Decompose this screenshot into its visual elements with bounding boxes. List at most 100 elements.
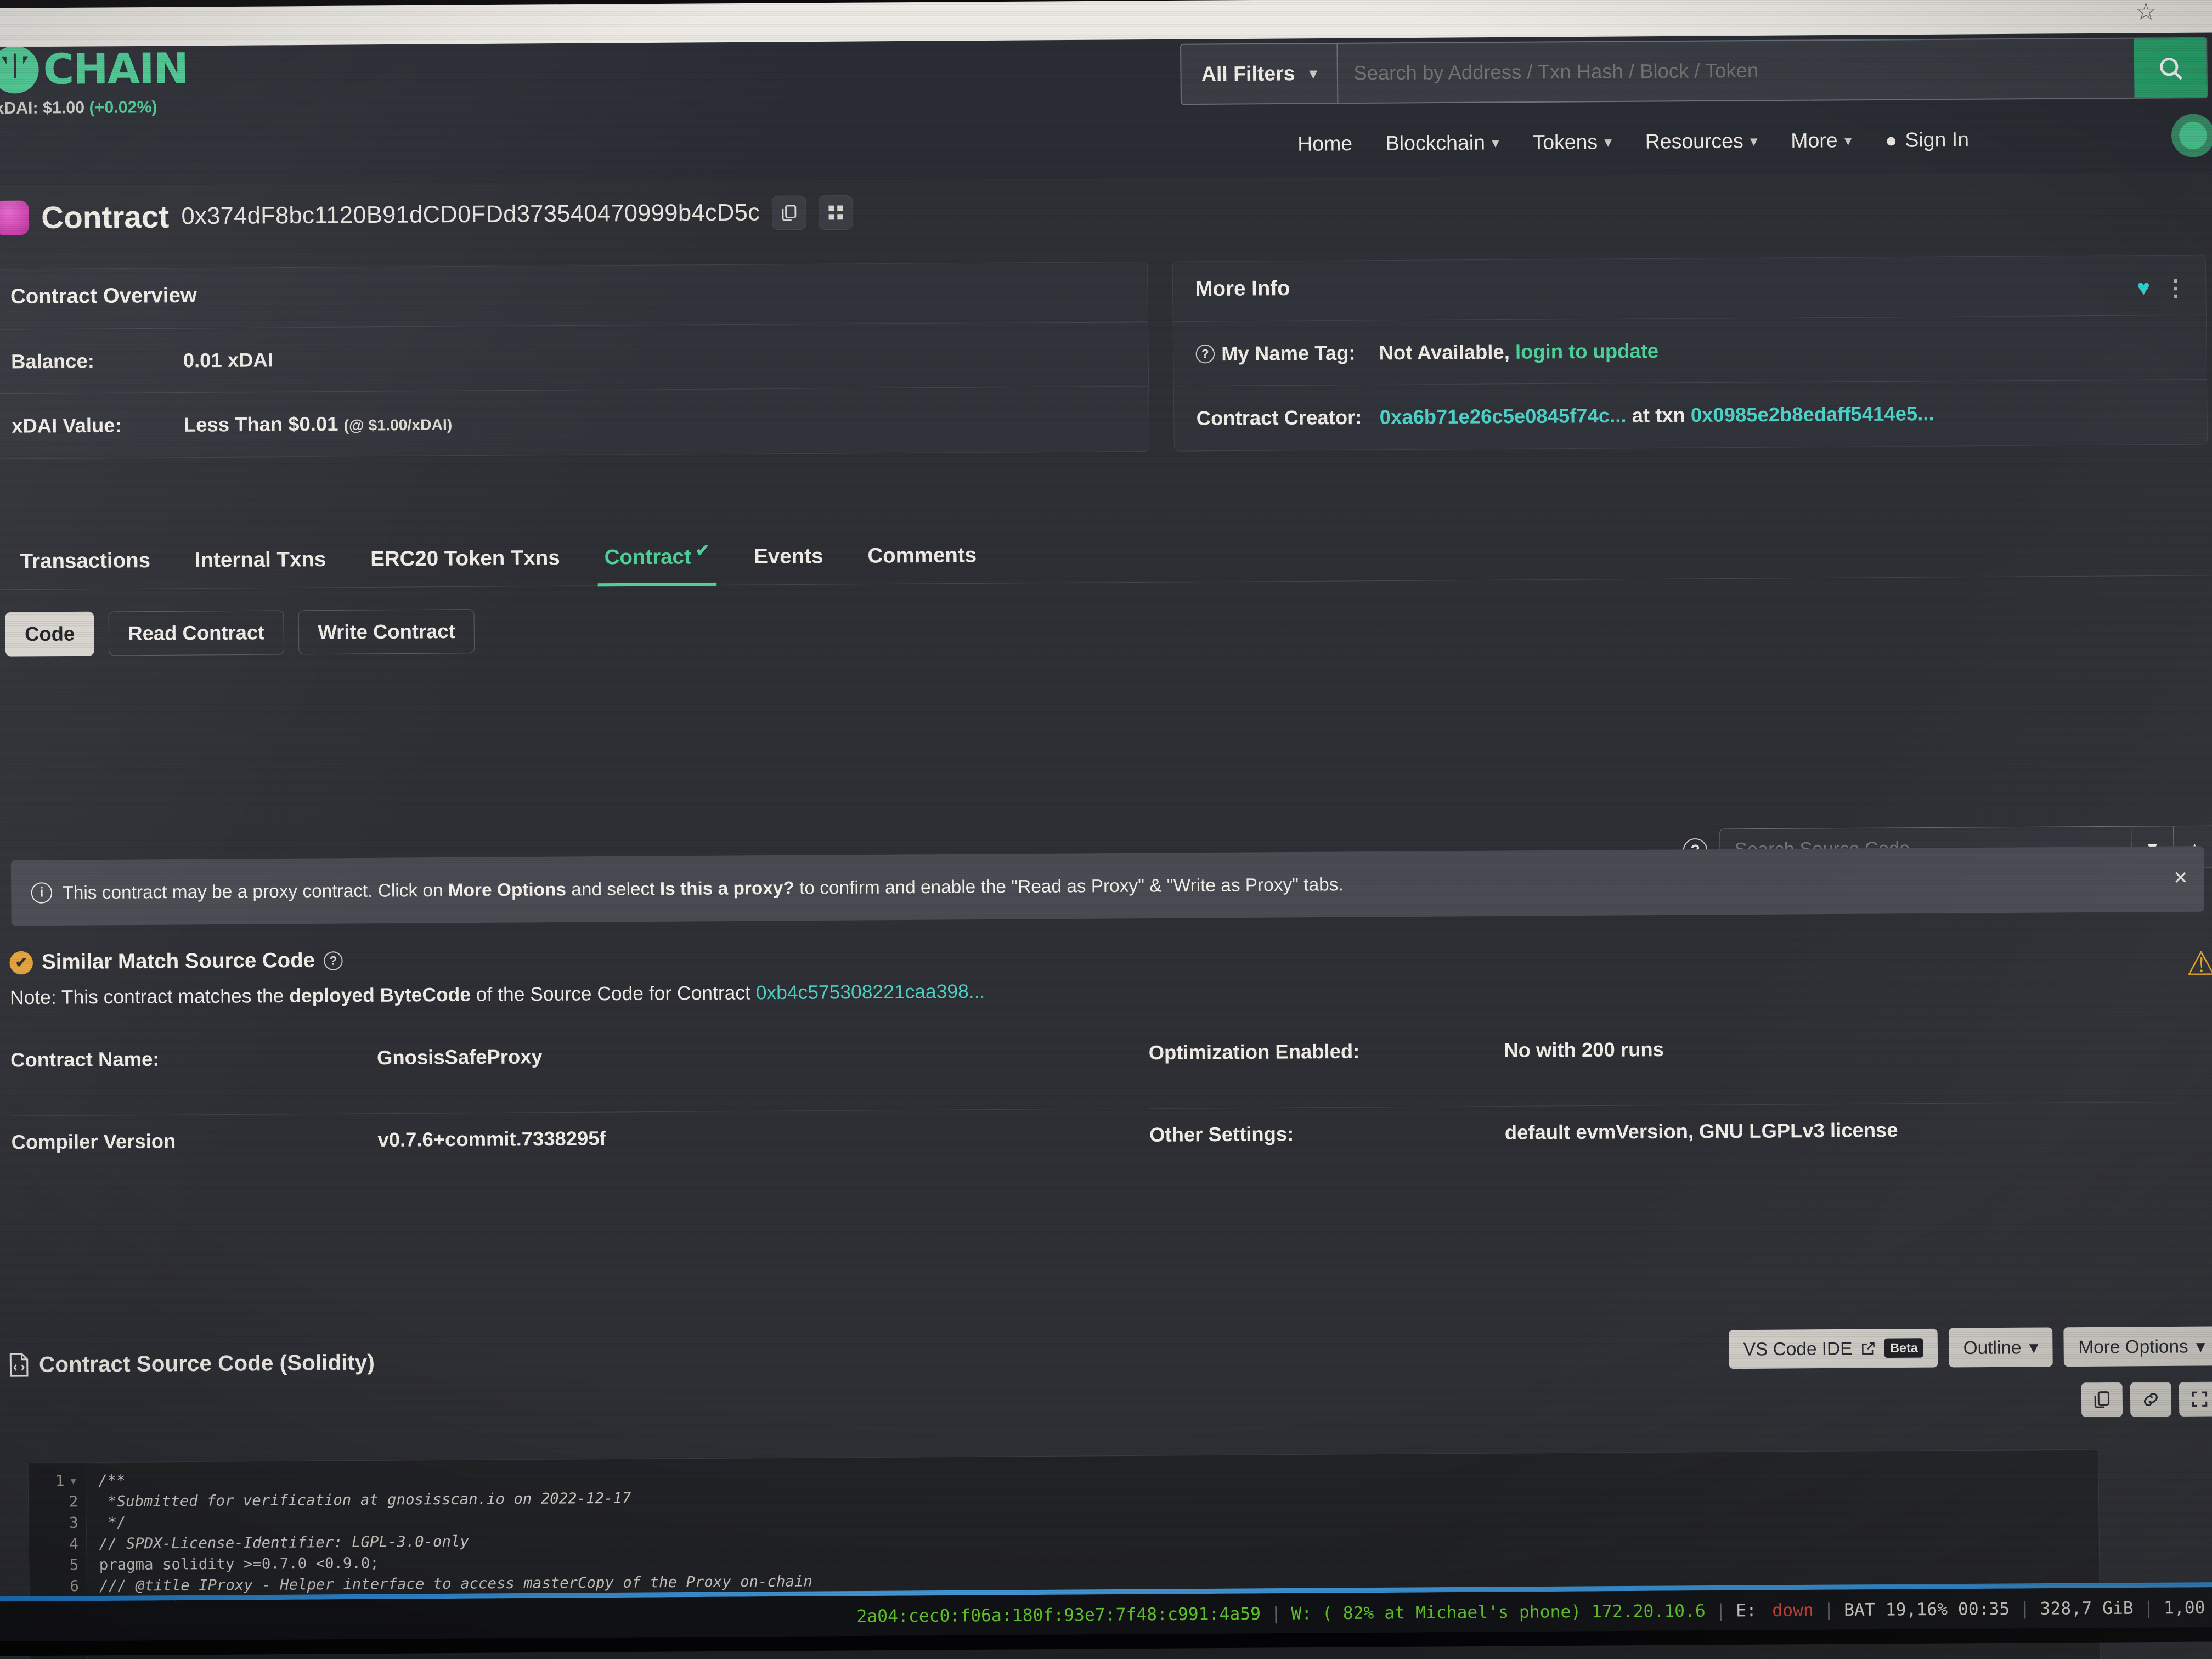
status-separator: | (2019, 1599, 2030, 1620)
proxy-notice-banner: i This contract may be a proxy contract.… (10, 846, 2205, 926)
nav-label: Tokens (1532, 130, 1598, 154)
photo-of-screen: ☆ CHAIN xDAI: $1.00 (+0.02%) All Filters… (0, 0, 2212, 1659)
brand-name: CHAIN (43, 43, 188, 94)
contract-details-left: Contract Name: GnosisSafeProxy Compiler … (10, 1026, 1117, 1199)
note-mid: of the Source Code for Contract (476, 982, 751, 1006)
nav-item-resources[interactable]: Resources ▾ (1628, 129, 1774, 154)
chevron-down-icon: ▾ (2029, 1336, 2039, 1358)
copy-address-button[interactable] (772, 195, 807, 230)
search-button[interactable] (2134, 38, 2207, 98)
more-info-title: More Info (1195, 276, 1290, 301)
warning-triangle-icon: ⚠ (2186, 945, 2212, 983)
heart-icon[interactable]: ♥ (2137, 276, 2150, 301)
subtab-code[interactable]: Code (5, 611, 94, 657)
creator-txn-link[interactable]: 0x0985e2b8edaff5414e5... (1691, 402, 1934, 426)
matched-contract-link[interactable]: 0xb4c575308221caa398... (756, 980, 985, 1003)
network-avatar[interactable] (2171, 114, 2212, 157)
vs-code-ide-button[interactable]: VS Code IDE Beta (1729, 1328, 1938, 1369)
login-to-update-link[interactable]: login to update (1515, 339, 1658, 363)
note-prefix: Note: This contract matches the (9, 985, 284, 1009)
nav-label: More (1791, 128, 1838, 153)
info-circle-icon: i (31, 882, 53, 904)
more-info-card: More Info ♥ ⋮ ? My Name Tag: Not Availab… (1172, 255, 2208, 452)
nav-item-more[interactable]: More ▾ (1774, 129, 1869, 153)
overview-row-balance: Balance: 0.01 xDAI (0, 322, 1149, 394)
close-icon[interactable]: × (2174, 864, 2187, 891)
tab-label: Events (754, 544, 823, 569)
balance-value: 0.01 xDAI (183, 348, 274, 371)
nav-item-home[interactable]: Home (1281, 132, 1369, 156)
all-filters-dropdown[interactable]: All Filters ▾ (1181, 43, 1339, 104)
status-separator: | (1715, 1601, 1726, 1621)
source-code-heading: Contract Source Code (Solidity) (8, 1349, 375, 1378)
line-number: 6 (70, 1577, 79, 1595)
contract-overview-card: Contract Overview Balance: 0.01 xDAI xDA… (0, 261, 1150, 459)
status-separator: | (1823, 1600, 1835, 1621)
search-input[interactable] (1338, 38, 2135, 103)
xdai-price: xDAI: $1.00 (+0.02%) (0, 98, 252, 118)
brand[interactable]: CHAIN xDAI: $1.00 (+0.02%) (0, 43, 252, 119)
copy-code-button[interactable] (2081, 1382, 2123, 1418)
beta-badge: Beta (1884, 1338, 1923, 1358)
tab-comments[interactable]: Comments (845, 544, 999, 584)
nav-item-tokens[interactable]: Tokens ▾ (1516, 130, 1629, 154)
page-title-label: Contract (41, 199, 170, 235)
help-circle-icon[interactable]: ? (1195, 344, 1215, 364)
similar-match-heading: ✔ Similar Match Source Code ? (9, 938, 1953, 975)
proxy-notice-text-1: This contract may be a proxy contract. C… (62, 879, 443, 903)
contract-address: 0x374dF8bc1120B91dCD0FDd373540470999b4cD… (181, 199, 760, 230)
sign-in-button[interactable]: ● Sign In (1869, 128, 1986, 152)
help-circle-icon[interactable]: ? (324, 951, 343, 970)
chevron-down-icon: ▾ (1491, 134, 1499, 151)
line-number: 5 (69, 1556, 79, 1574)
nav-item-blockchain[interactable]: Blockchain ▾ (1369, 131, 1516, 155)
chevron-down-icon: ▾ (1309, 65, 1317, 82)
status-disk: 328,7 GiB (2040, 1598, 2134, 1619)
tab-events[interactable]: Events (732, 545, 846, 585)
source-code-title: Contract Source Code (Solidity) (39, 1350, 375, 1377)
subtab-read-contract[interactable]: Read Contract (108, 610, 285, 656)
proxy-notice-text: This contract may be a proxy contract. C… (62, 874, 1344, 904)
xdai-price-change: (+0.02%) (89, 98, 157, 117)
contract-name-value: GnosisSafeProxy (376, 1045, 543, 1069)
tab-contract[interactable]: Contract ✔ (582, 541, 732, 585)
outline-label: Outline (1963, 1336, 2022, 1358)
vs-code-ide-label: VS Code IDE (1743, 1338, 1853, 1359)
name-tag-label-text: My Name Tag: (1221, 341, 1356, 365)
other-settings-label: Other Settings: (1149, 1122, 1294, 1147)
deployed-bytecode-emphasis: deployed ByteCode (289, 984, 471, 1007)
nav-label: Home (1297, 132, 1353, 155)
tab-erc20-token-txns[interactable]: ERC20 Token Txns (348, 546, 583, 588)
link-code-button[interactable] (2130, 1382, 2172, 1417)
source-code-title-text: Contract Source Code (38, 1351, 274, 1377)
creator-address-link[interactable]: 0xa6b71e26c5e0845f74c... (1380, 404, 1627, 428)
expand-code-button[interactable] (2179, 1381, 2212, 1417)
contract-avatar-icon (0, 200, 30, 235)
line-number: 2 (69, 1493, 78, 1511)
tab-label: ERC20 Token Txns (370, 546, 560, 571)
more-options-emphasis: More Options (448, 879, 567, 900)
bookmark-star-icon[interactable]: ☆ (2135, 0, 2157, 26)
tab-transactions[interactable]: Transactions (0, 549, 173, 589)
overview-row-xdai-value: xDAI Value: Less Than $0.01 (@ $1.00/xDA… (0, 387, 1149, 459)
brand-logo[interactable]: CHAIN (0, 43, 252, 94)
search-icon (2160, 58, 2182, 80)
user-circle-icon: ● (1885, 128, 1898, 151)
line-number: 3 (69, 1514, 78, 1532)
contract-overview-heading: Contract Overview (0, 262, 1148, 330)
qr-code-icon (828, 205, 843, 219)
more-options-button[interactable]: More Options ▾ (2063, 1326, 2212, 1367)
contract-name-label: Contract Name: (10, 1047, 160, 1071)
link-icon (2144, 1393, 2158, 1406)
chevron-down-icon: ▾ (1844, 132, 1852, 149)
contract-tabs: Transactions Internal Txns ERC20 Token T… (0, 515, 2212, 590)
compiler-version-value: v0.7.6+commit.7338295f (377, 1126, 606, 1152)
subtab-write-contract[interactable]: Write Contract (298, 609, 475, 655)
nav-label: Blockchain (1385, 131, 1486, 155)
qr-code-button[interactable] (819, 195, 854, 230)
tab-internal-txns[interactable]: Internal Txns (172, 548, 348, 588)
outline-button[interactable]: Outline ▾ (1949, 1327, 2053, 1368)
chevron-down-icon: ▾ (2196, 1335, 2205, 1357)
status-battery: BAT 19,16% 00:35 (1843, 1599, 2010, 1621)
kebab-menu-icon[interactable]: ⋮ (2164, 276, 2187, 301)
